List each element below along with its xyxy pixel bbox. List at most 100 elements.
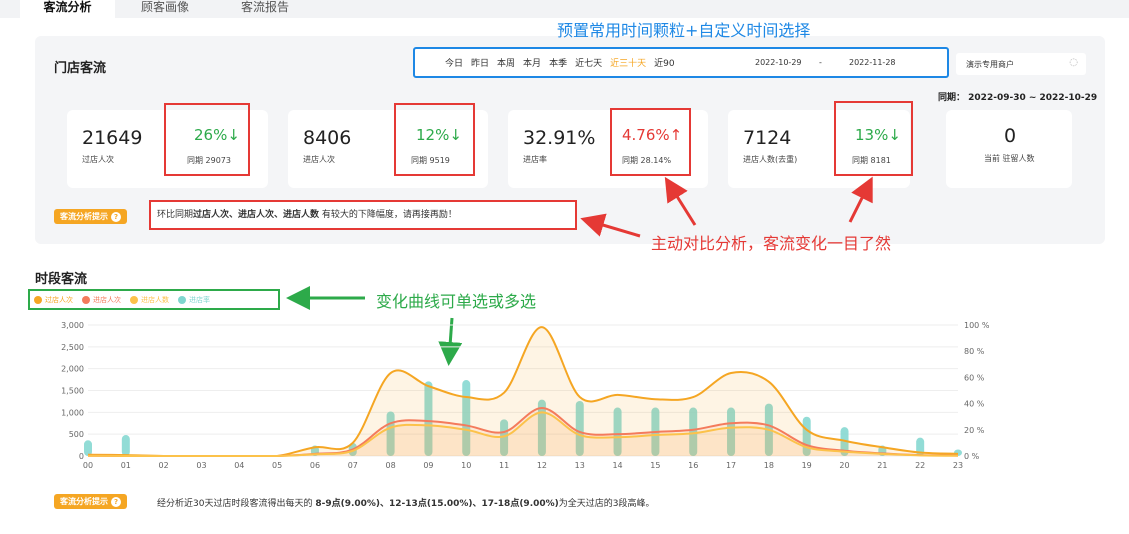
metric-value: 32.91%: [523, 127, 596, 149]
x-tick-label: 16: [688, 461, 698, 470]
tip-prefix: 经分析近30天过店时段客流得出每天的: [157, 499, 316, 509]
x-tick-label: 00: [83, 461, 93, 470]
x-tick-label: 17: [726, 461, 736, 470]
analysis-tip-badge[interactable]: 客流分析提示?: [54, 209, 127, 224]
tip-bold: 8-9点(9.00%)、12-13点(15.00%)、17-18点(9.00%): [315, 499, 559, 509]
legend-item-pass-by[interactable]: 过店人次: [34, 295, 73, 305]
chevron-updown-icon: ◌: [1069, 57, 1078, 68]
y-tick-label: 500: [69, 430, 84, 439]
range-option-last-7-days[interactable]: 近七天: [575, 56, 602, 69]
bar-entry-rate: [121, 435, 130, 456]
x-tick-label: 04: [234, 461, 244, 470]
range-option-this-week[interactable]: 本周: [497, 56, 515, 69]
bar-entry-rate: [84, 440, 92, 456]
x-tick-label: 15: [650, 461, 660, 470]
legend-dot: [178, 295, 186, 304]
y-tick-label: 2,500: [61, 343, 84, 352]
y-tick-label: 1,000: [61, 408, 84, 417]
tip-bold: 过店人次、进店人次、进店人数: [193, 210, 320, 220]
tip-badge-label: 客流分析提示: [60, 212, 108, 221]
x-tick-label: 09: [423, 461, 433, 470]
analysis-tip-text: 环比同期过店人次、进店人次、进店人数 有较大的下降幅度，请再接再励！: [149, 200, 577, 230]
metric-change: 12%↓: [416, 126, 462, 144]
range-option-this-quarter[interactable]: 本季: [549, 56, 567, 69]
metric-value: 7124: [743, 127, 792, 149]
metric-card-current-stay: [946, 110, 1072, 188]
date-separator: -: [819, 58, 822, 67]
metric-value: 8406: [303, 127, 352, 149]
metric-label: 进店人数(去重): [743, 155, 798, 164]
metric-compare: 同期 9519: [411, 156, 450, 165]
legend-dot: [82, 295, 90, 304]
legend-label: 过店人次: [45, 295, 73, 304]
legend-label: 进店人数: [141, 295, 169, 304]
date-range-input[interactable]: 2022-10-29 - 2022-11-28: [675, 53, 935, 72]
legend-dot: [130, 295, 138, 304]
x-tick-label: 08: [386, 461, 396, 470]
y-tick-label: 3,000: [61, 321, 84, 330]
range-option-yesterday[interactable]: 昨日: [471, 56, 489, 69]
metric-label: 当前 驻留人数: [984, 154, 1035, 163]
metric-change: 13%↓: [855, 126, 901, 144]
legend-item-entry-people[interactable]: 进店人数: [130, 295, 169, 305]
x-tick-label: 02: [159, 461, 169, 470]
annotation-curves: 变化曲线可单选或多选: [376, 292, 537, 311]
legend-item-entry-visits[interactable]: 进店人次: [82, 295, 121, 305]
annotation-time-selection: 预置常用时间颗粒+自定义时间选择: [557, 21, 811, 40]
x-tick-label: 05: [272, 461, 282, 470]
x-tick-label: 21: [877, 461, 887, 470]
x-tick-label: 13: [575, 461, 585, 470]
range-options: 今日 昨日 本周 本月 本季 近七天 近三十天 近90天: [445, 49, 692, 76]
x-tick-label: 19: [802, 461, 812, 470]
legend-item-entry-rate[interactable]: 进店率: [178, 295, 210, 305]
legend-dot: [34, 295, 42, 304]
x-tick-label: 06: [310, 461, 320, 470]
tab-traffic-analysis[interactable]: 客流分析: [20, 0, 115, 18]
range-option-today[interactable]: 今日: [445, 56, 463, 69]
page: 客流分析 顾客画像 客流报告 门店客流 预置常用时间颗粒+自定义时间选择 今日 …: [0, 0, 1129, 534]
y-tick-label: 1,500: [61, 387, 84, 396]
x-tick-label: 03: [196, 461, 206, 470]
x-tick-label: 20: [839, 461, 849, 470]
chart-legend: 过店人次 进店人次 进店人数 进店率: [28, 289, 280, 310]
y2-tick-label: 100 %: [964, 321, 990, 330]
merchant-name: 演示专用商户: [966, 60, 1014, 69]
x-tick-label: 23: [953, 461, 963, 470]
analysis-tip-text-2: 经分析近30天过店时段客流得出每天的 8-9点(9.00%)、12-13点(15…: [157, 496, 655, 509]
y2-tick-label: 40 %: [964, 400, 985, 409]
question-icon: ?: [111, 212, 121, 222]
x-tick-label: 11: [499, 461, 509, 470]
metric-label: 进店率: [523, 155, 547, 164]
y2-tick-label: 60 %: [964, 373, 985, 382]
metric-label: 过店人次: [82, 155, 114, 164]
y2-tick-label: 20 %: [964, 426, 985, 435]
x-tick-label: 10: [461, 461, 471, 470]
metric-label: 进店人次: [303, 155, 335, 164]
legend-label: 进店率: [189, 295, 210, 304]
metric-value: 0: [1004, 125, 1017, 147]
date-end[interactable]: 2022-11-28: [849, 58, 896, 67]
tip-prefix: 环比同期: [157, 210, 194, 220]
metric-value: 21649: [82, 127, 143, 149]
x-tick-label: 07: [348, 461, 358, 470]
tab-traffic-report[interactable]: 客流报告: [220, 0, 310, 18]
x-tick-label: 01: [121, 461, 131, 470]
x-tick-label: 12: [537, 461, 547, 470]
store-traffic-title: 门店客流: [54, 61, 107, 76]
same-period-label: 同期：: [938, 93, 966, 103]
legend-label: 进店人次: [93, 295, 121, 304]
same-period-dates: 2022-09-30 ~ 2022-10-29: [968, 93, 1098, 103]
tab-customer-profile[interactable]: 顾客画像: [120, 0, 210, 18]
x-tick-label: 22: [915, 461, 925, 470]
time-range-selector: 今日 昨日 本周 本月 本季 近七天 近三十天 近90天 2022-10-29 …: [413, 47, 949, 78]
tip-suffix: 有较大的下降幅度，请再接再励！: [319, 210, 457, 220]
y2-tick-label: 80 %: [964, 347, 985, 356]
merchant-select[interactable]: 演示专用商户 ◌: [956, 53, 1086, 75]
range-option-this-month[interactable]: 本月: [523, 56, 541, 69]
analysis-tip-badge-2[interactable]: 客流分析提示?: [54, 494, 127, 509]
metric-change: 26%↓: [194, 126, 240, 144]
date-start[interactable]: 2022-10-29: [755, 58, 802, 67]
range-option-last-30-days[interactable]: 近三十天: [610, 56, 646, 69]
question-icon: ?: [111, 497, 121, 507]
metric-compare: 同期 29073: [187, 156, 231, 165]
